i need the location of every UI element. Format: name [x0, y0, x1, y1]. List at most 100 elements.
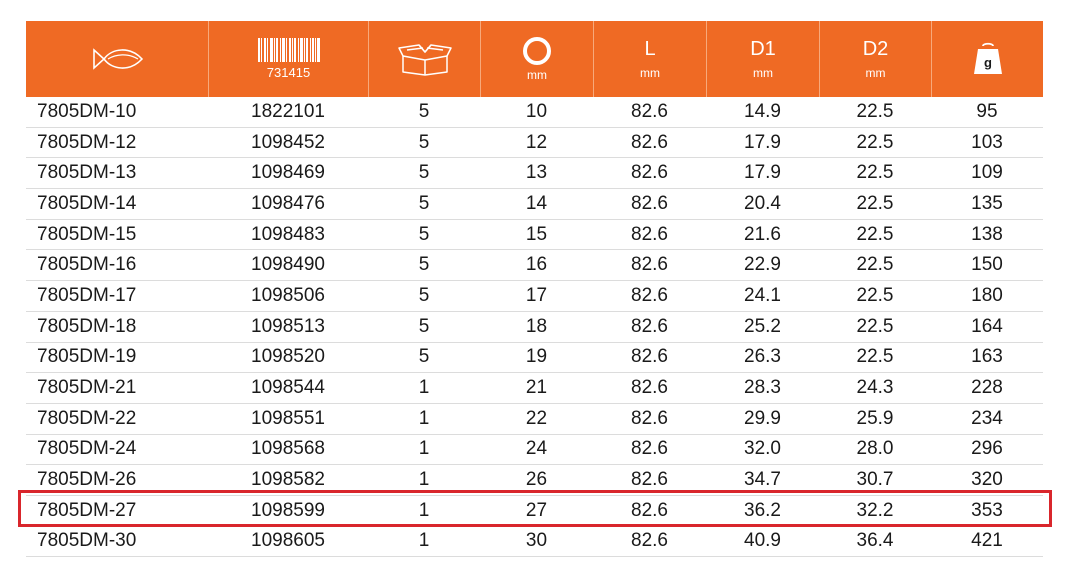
ean-code-cell: 1098599 — [251, 499, 325, 521]
article-number-cell: 7805DM-27 — [37, 499, 137, 521]
table-row: 7805DM-24 1098568 1 24 82.6 32.0 28.0 296 — [26, 435, 1043, 466]
weight-cell: 421 — [971, 530, 1003, 552]
weight-cell: 109 — [971, 162, 1003, 184]
table-row: 7805DM-10 1822101 5 10 82.6 14.9 22.5 95 — [26, 97, 1043, 128]
d1-label: D1 — [750, 38, 776, 60]
box-icon — [397, 44, 452, 76]
socket-size-cell: 13 — [525, 162, 548, 184]
length-cell: 82.6 — [631, 192, 668, 214]
package-qty-cell: 1 — [418, 530, 430, 552]
d1-cell: 25.2 — [744, 315, 781, 337]
socket-size-cell: 18 — [525, 315, 548, 337]
header-d2: D2 mm — [819, 21, 931, 97]
length-cell: 82.6 — [631, 254, 668, 276]
length-cell: 82.6 — [631, 438, 668, 460]
weight-cell: 320 — [971, 469, 1003, 491]
d1-cell: 21.6 — [744, 223, 781, 245]
article-number-cell: 7805DM-17 — [37, 284, 137, 306]
d1-cell: 17.9 — [744, 162, 781, 184]
bore-unit: mm — [527, 68, 547, 82]
ean-code-cell: 1098476 — [251, 192, 325, 214]
table-row: 7805DM-27 1098599 1 27 82.6 36.2 32.2 353 — [26, 496, 1043, 527]
ean-code-cell: 1098582 — [251, 469, 325, 491]
ean-code-cell: 1098544 — [251, 377, 325, 399]
table-body: 7805DM-10 1822101 5 10 82.6 14.9 22.5 95 7805DM-… — [26, 97, 1043, 558]
d1-unit: mm — [753, 66, 773, 80]
barcode-number: 731415 — [266, 65, 311, 80]
socket-size-cell: 30 — [525, 530, 548, 552]
d2-cell: 22.5 — [856, 192, 894, 214]
weight-cell: 234 — [971, 407, 1003, 429]
fish-icon — [93, 48, 144, 70]
package-qty-cell: 5 — [418, 254, 430, 276]
d2-cell: 22.5 — [856, 315, 894, 337]
article-number-cell: 7805DM-12 — [37, 131, 137, 153]
package-qty-cell: 5 — [418, 346, 430, 368]
weight-cell: 103 — [971, 131, 1003, 153]
length-cell: 82.6 — [631, 162, 668, 184]
header-package-quantity — [368, 21, 480, 97]
d1-cell: 28.3 — [744, 377, 781, 399]
d1-cell: 36.2 — [744, 499, 781, 521]
length-cell: 82.6 — [631, 131, 668, 153]
header-length: L mm — [593, 21, 706, 97]
length-cell: 82.6 — [631, 284, 668, 306]
table-row: 7805DM-17 1098506 5 17 82.6 24.1 22.5 180 — [26, 281, 1043, 312]
table-row: 7805DM-26 1098582 1 26 82.6 34.7 30.7 320 — [26, 465, 1043, 496]
article-number-cell: 7805DM-16 — [37, 254, 137, 276]
ean-code-cell: 1098483 — [251, 223, 325, 245]
ean-code-cell: 1098551 — [251, 407, 325, 429]
weight-cell: 228 — [971, 377, 1003, 399]
weight-cell: 135 — [971, 192, 1003, 214]
table-row: 7805DM-19 1098520 5 19 82.6 26.3 22.5 163 — [26, 343, 1043, 374]
table-row: 7805DM-30 1098605 1 30 82.6 40.9 36.4 421 — [26, 527, 1043, 558]
d2-cell: 30.7 — [856, 469, 894, 491]
d2-cell: 36.4 — [856, 530, 894, 552]
socket-size-cell: 21 — [525, 377, 548, 399]
length-cell: 82.6 — [631, 223, 668, 245]
d1-cell: 20.4 — [744, 192, 781, 214]
article-number-cell: 7805DM-24 — [37, 438, 137, 460]
weight-cell: 95 — [976, 100, 998, 122]
weight-cell: 163 — [971, 346, 1003, 368]
d2-cell: 22.5 — [856, 131, 894, 153]
weight-cell: 150 — [971, 254, 1003, 276]
d1-cell: 24.1 — [744, 284, 781, 306]
weight-cell: 138 — [971, 223, 1003, 245]
table-row: 7805DM-13 1098469 5 13 82.6 17.9 22.5 109 — [26, 158, 1043, 190]
ean-code-cell: 1822101 — [251, 100, 325, 122]
length-cell: 82.6 — [631, 100, 668, 122]
ean-code-cell: 1098568 — [251, 438, 325, 460]
weight-cell: 353 — [971, 499, 1003, 521]
header-barcode: 731415 — [208, 21, 368, 97]
article-number-cell: 7805DM-21 — [37, 377, 137, 399]
socket-bore-icon — [523, 37, 551, 65]
package-qty-cell: 5 — [418, 223, 430, 245]
ean-code-cell: 1098490 — [251, 254, 325, 276]
length-unit: mm — [640, 66, 660, 80]
article-number-cell: 7805DM-19 — [37, 346, 137, 368]
ean-code-cell: 1098506 — [251, 284, 325, 306]
d1-cell: 14.9 — [744, 100, 781, 122]
table-row: 7805DM-14 1098476 5 14 82.6 20.4 22.5 135 — [26, 189, 1043, 220]
article-number-cell: 7805DM-18 — [37, 315, 137, 337]
socket-size-cell: 16 — [525, 254, 548, 276]
length-cell: 82.6 — [631, 499, 668, 521]
socket-size-cell: 10 — [525, 100, 548, 122]
d2-cell: 22.5 — [856, 346, 894, 368]
package-qty-cell: 1 — [418, 377, 430, 399]
article-number-cell: 7805DM-30 — [37, 530, 137, 552]
table-row: 7805DM-21 1098544 1 21 82.6 28.3 24.3 228 — [26, 373, 1043, 404]
package-qty-cell: 1 — [418, 469, 430, 491]
length-cell: 82.6 — [631, 377, 668, 399]
weight-symbol: g — [984, 55, 992, 70]
d2-cell: 32.2 — [856, 499, 894, 521]
package-qty-cell: 5 — [418, 162, 430, 184]
package-qty-cell: 5 — [418, 284, 430, 306]
socket-size-cell: 24 — [525, 438, 548, 460]
d1-cell: 17.9 — [744, 131, 781, 153]
length-cell: 82.6 — [631, 530, 668, 552]
length-cell: 82.6 — [631, 469, 668, 491]
socket-size-cell: 17 — [525, 284, 548, 306]
table-row: 7805DM-22 1098551 1 22 82.6 29.9 25.9 234 — [26, 404, 1043, 435]
